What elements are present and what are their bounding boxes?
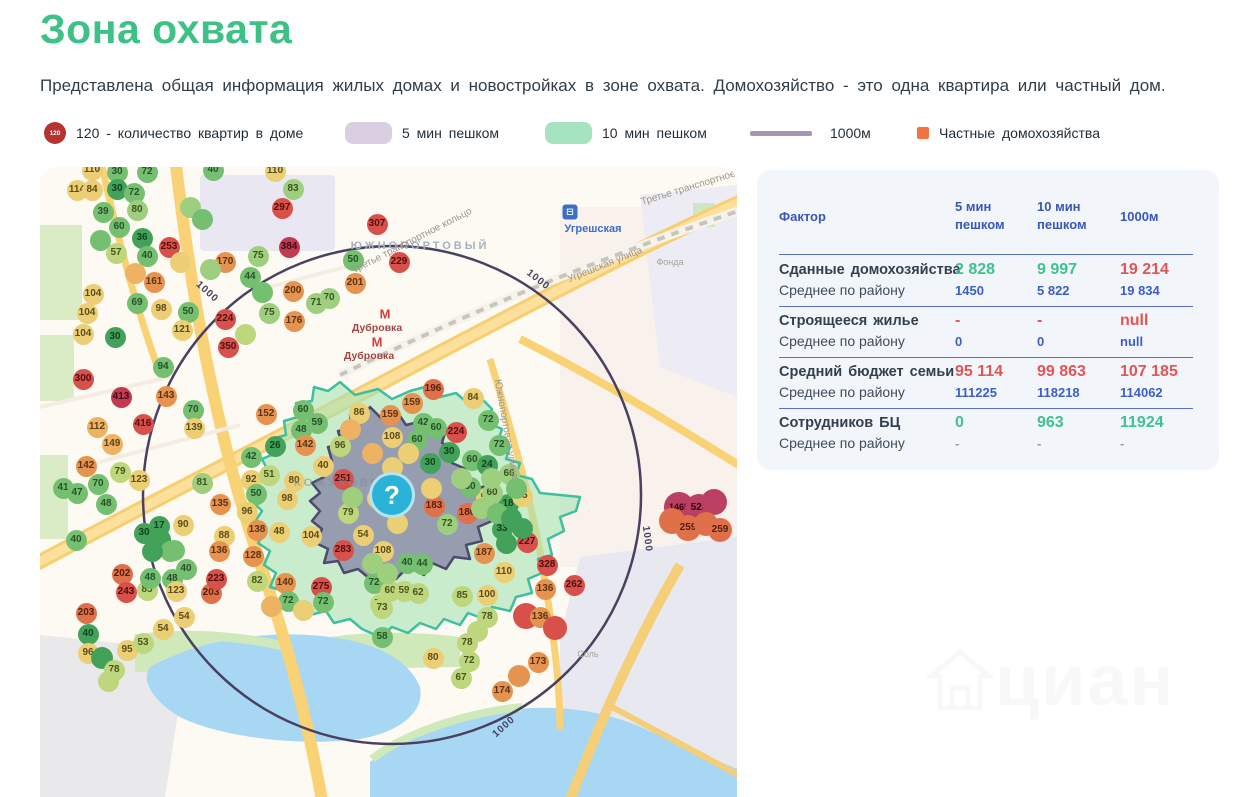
cell-value: 99 863 xyxy=(1037,363,1086,381)
watermark-text: циан xyxy=(995,640,1175,722)
map-label-district2: КОЖУХОВО xyxy=(294,477,382,489)
private-households-square-icon xyxy=(917,127,929,139)
row-name: Средний бюджет семьи xyxy=(779,364,954,380)
divider xyxy=(779,306,1193,307)
col-header-factor: Фактор xyxy=(779,208,826,226)
page-subtitle: Представлена общая информация жилых дома… xyxy=(40,76,1166,96)
divider xyxy=(779,357,1193,358)
legend-label: 10 мин пешком xyxy=(602,125,707,141)
cell-value: 0 xyxy=(955,414,964,432)
row-name: Строящееся жилье xyxy=(779,313,919,329)
map-label-ring: 1000 xyxy=(640,525,654,552)
ring-1000m-line-icon xyxy=(750,131,812,136)
house-icon xyxy=(925,646,995,716)
col-header-10min: 10 мин пешком xyxy=(1037,198,1101,233)
cell-avg: 19 834 xyxy=(1120,283,1160,298)
cell-value: 95 114 xyxy=(955,363,1003,381)
cell-avg: 118218 xyxy=(1037,385,1080,400)
legend-item-private: Частные домохозяйства xyxy=(917,120,1100,146)
page-title: Зона охвата xyxy=(40,6,292,53)
row-name: Сотрудников БЦ xyxy=(779,415,900,431)
legend-item-5min: 5 мин пешком xyxy=(345,120,499,146)
map-label-metro: Дубровка xyxy=(352,322,402,334)
cell-value: 2 828 xyxy=(955,261,995,279)
map-label-poi: Соль xyxy=(577,649,598,659)
legend-label: 1000м xyxy=(830,125,871,141)
legend-label: 120 - количество квартир в доме xyxy=(76,125,303,141)
cell-value: 963 xyxy=(1037,414,1064,432)
cell-avg: - xyxy=(1120,436,1124,451)
center-question-marker[interactable]: ? xyxy=(369,472,415,518)
cell-avg: 0 xyxy=(1037,334,1044,349)
cell-avg: 114062 xyxy=(1120,385,1163,400)
map-label-road: Южнопортовая улица xyxy=(492,378,520,479)
cell-value: 11924 xyxy=(1120,414,1164,432)
cell-avg: 0 xyxy=(955,334,962,349)
map-label-station: Угрешская xyxy=(564,223,621,235)
row-avg-label: Среднее по району xyxy=(779,282,905,298)
legend-item-apartments: 120 120 - количество квартир в доме xyxy=(44,120,303,146)
cell-value: null xyxy=(1120,312,1148,330)
row-name: Сданные домохозяйства xyxy=(779,262,961,278)
map-label-road: Третье транспортное кольцо xyxy=(640,167,737,208)
cell-avg: null xyxy=(1120,334,1143,349)
legend-item-1000m: 1000м xyxy=(750,120,871,146)
legend-item-10min: 10 мин пешком xyxy=(545,120,707,146)
row-avg-label: Среднее по району xyxy=(779,435,905,451)
cell-value: - xyxy=(955,312,960,330)
legend-label: Частные домохозяйства xyxy=(939,125,1100,141)
cell-avg: - xyxy=(1037,436,1041,451)
cell-value: 107 185 xyxy=(1120,363,1178,381)
map-label-ring: 1000 xyxy=(491,714,518,740)
coverage-map[interactable]: 1103072401101148430723980832973072296036… xyxy=(40,167,737,797)
divider xyxy=(779,254,1193,255)
zone-10min-swatch-icon xyxy=(545,122,592,144)
coverage-zone-page: Зона охвата Представлена общая информаци… xyxy=(0,0,1259,797)
cell-value: 9 997 xyxy=(1037,261,1077,279)
row-avg-label: Среднее по району xyxy=(779,333,905,349)
map-label-poi: Фонда xyxy=(656,257,683,267)
cell-value: - xyxy=(1037,312,1042,330)
zone-5min-swatch-icon xyxy=(345,122,392,144)
apartments-count-dot-icon: 120 xyxy=(44,122,66,144)
map-label-ring: 1000 xyxy=(194,279,221,305)
cell-avg: 1450 xyxy=(955,283,984,298)
divider xyxy=(779,408,1193,409)
cian-watermark: циан xyxy=(925,640,1175,722)
metro-icon: М xyxy=(372,335,383,350)
map-label-road: Угрешская улица xyxy=(566,245,644,285)
cell-value: 19 214 xyxy=(1120,261,1169,279)
stats-table: Фактор 5 мин пешком 10 мин пешком 1000м … xyxy=(757,170,1219,470)
cell-avg: 5 822 xyxy=(1037,283,1070,298)
legend-label: 5 мин пешком xyxy=(402,125,499,141)
row-avg-label: Среднее по району xyxy=(779,384,905,400)
col-header-1000m: 1000м xyxy=(1120,208,1159,226)
cell-avg: - xyxy=(955,436,959,451)
cell-avg: 111225 xyxy=(955,385,997,400)
col-header-5min: 5 мин пешком xyxy=(955,198,1015,233)
train-station-icon: ⊟ xyxy=(563,205,578,220)
metro-icon: М xyxy=(380,307,391,322)
map-label-ring: 1000 xyxy=(524,268,551,293)
map-label-metro: Дубровка xyxy=(344,350,394,362)
